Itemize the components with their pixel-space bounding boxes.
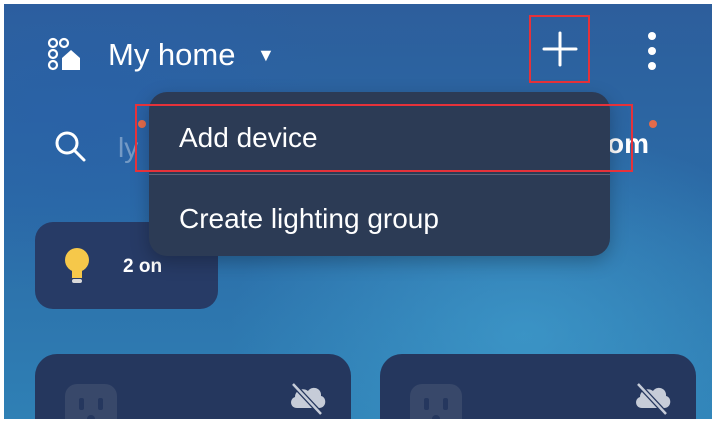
device-card[interactable] — [380, 354, 696, 419]
power-outlet-icon — [65, 384, 117, 419]
device-card[interactable] — [35, 354, 351, 419]
menu-item-create-lighting-group[interactable]: Create lighting group — [149, 183, 610, 255]
top-bar: My home ▼ — [4, 4, 712, 100]
plus-icon — [542, 31, 577, 67]
cloud-offline-icon — [636, 382, 671, 416]
cloud-offline-icon — [291, 382, 326, 416]
highlight-box — [135, 104, 633, 172]
notification-dot — [649, 120, 657, 128]
lights-on-count: 2 on — [123, 256, 163, 277]
chevron-down-icon[interactable]: ▼ — [257, 44, 275, 66]
power-outlet-icon — [410, 384, 462, 419]
home-devices-icon[interactable] — [46, 36, 82, 72]
more-vertical-icon[interactable] — [640, 30, 664, 72]
search-icon[interactable] — [52, 128, 88, 164]
menu-divider — [149, 174, 610, 175]
lightbulb-icon — [65, 248, 89, 283]
home-selector[interactable]: My home — [108, 37, 235, 73]
menu-item-label: Create lighting group — [179, 203, 439, 234]
add-button[interactable] — [529, 15, 590, 83]
app-screen: My home ▼ ly om 2 on Add device Create l… — [4, 4, 712, 419]
